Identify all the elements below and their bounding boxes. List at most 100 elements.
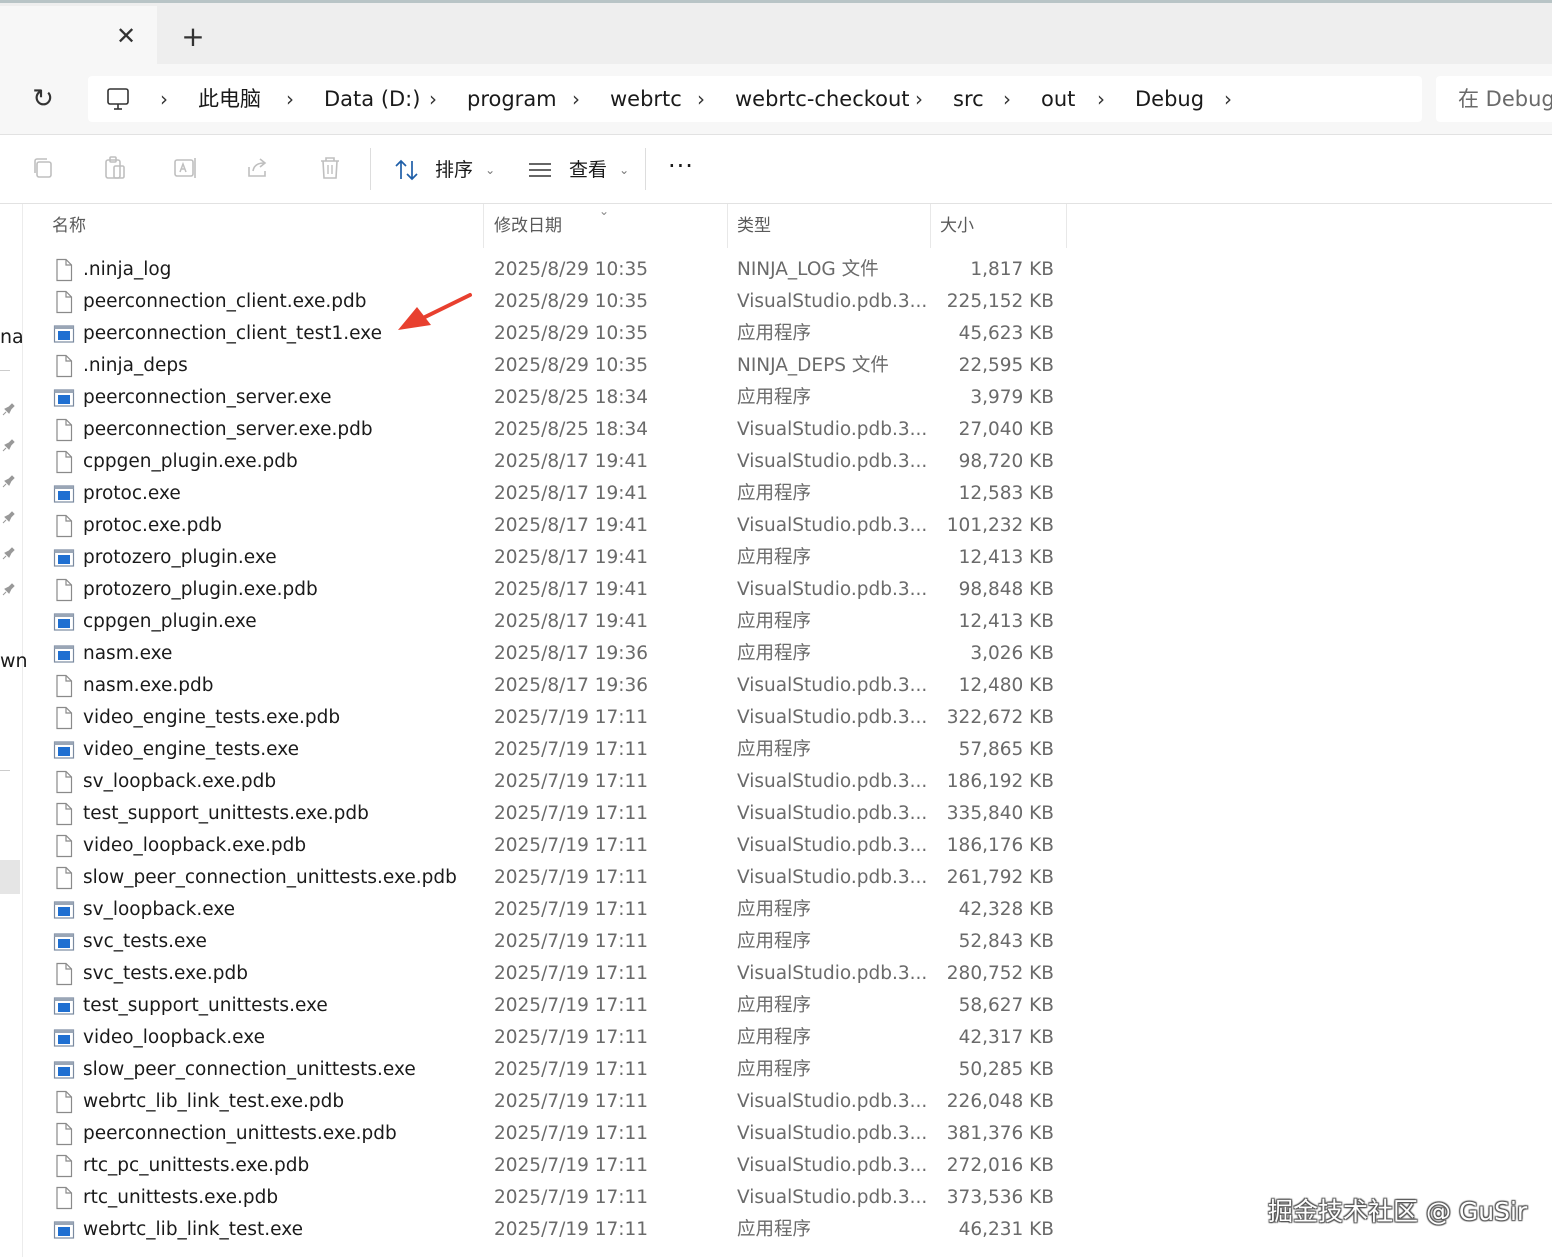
column-header-size[interactable]: 大小 — [940, 212, 974, 240]
file-name[interactable]: cppgen_plugin.exe.pdb — [83, 446, 298, 478]
column-divider[interactable] — [930, 204, 931, 248]
breadcrumb-chevron-icon[interactable]: › — [1097, 84, 1105, 114]
file-name[interactable]: cppgen_plugin.exe — [83, 606, 257, 638]
file-row[interactable]: video_engine_tests.exe 2025/7/19 17:11 应用程… — [23, 734, 1123, 766]
file-row[interactable]: test_support_unittests.exe.pdb 2025/7/19 … — [23, 798, 1123, 830]
file-row[interactable]: svc_tests.exe.pdb 2025/7/19 17:11 VisualSt… — [23, 958, 1123, 990]
file-name[interactable]: peerconnection_client.exe.pdb — [83, 286, 367, 318]
file-name[interactable]: svc_tests.exe — [83, 926, 207, 958]
file-name[interactable]: .ninja_deps — [83, 350, 188, 382]
column-header-date[interactable]: 修改日期 — [494, 212, 562, 240]
file-name[interactable]: webrtc_lib_link_test.exe.pdb — [83, 1086, 344, 1118]
file-row[interactable]: peerconnection_server.exe 2025/8/25 18:34… — [23, 382, 1123, 414]
breadcrumb-program[interactable]: program — [467, 84, 557, 114]
file-name[interactable]: sv_loopback.exe — [83, 894, 235, 926]
breadcrumb-chevron-icon[interactable]: › — [1003, 84, 1011, 114]
breadcrumb[interactable]: › 此电脑 › Data (D:) › program › webrtc › w… — [88, 76, 1422, 122]
breadcrumb-chevron-icon[interactable]: › — [429, 84, 437, 114]
file-name[interactable]: nasm.exe — [83, 638, 172, 670]
file-row[interactable]: cppgen_plugin.exe 2025/8/17 19:41 应用程序 12,4… — [23, 606, 1123, 638]
file-name[interactable]: slow_peer_connection_unittests.exe.pdb — [83, 862, 457, 894]
file-name[interactable]: test_support_unittests.exe.pdb — [83, 798, 369, 830]
file-row[interactable]: webrtc_lib_link_test.exe.pdb 2025/7/19 17… — [23, 1086, 1123, 1118]
file-row[interactable]: protoc.exe.pdb 2025/8/17 19:41 VisualStudi… — [23, 510, 1123, 542]
file-name[interactable]: video_engine_tests.exe.pdb — [83, 702, 340, 734]
file-name[interactable]: video_loopback.exe — [83, 1022, 265, 1054]
file-name[interactable]: sv_loopback.exe.pdb — [83, 766, 276, 798]
search-input[interactable]: 在 Debug — [1436, 76, 1552, 122]
breadcrumb-data-drive[interactable]: Data (D:) — [324, 84, 420, 114]
file-name[interactable]: .ninja_log — [83, 254, 171, 286]
column-header-name[interactable]: 名称 — [52, 212, 86, 240]
file-row[interactable]: .ninja_deps 2025/8/29 10:35 NINJA_DEPS 文件 2… — [23, 350, 1123, 382]
file-name[interactable]: rtc_unittests.exe.pdb — [83, 1182, 278, 1214]
file-name[interactable]: video_loopback.exe.pdb — [83, 830, 306, 862]
file-name[interactable]: protozero_plugin.exe.pdb — [83, 574, 318, 606]
file-name[interactable]: protoc.exe — [83, 478, 181, 510]
paste-icon[interactable] — [102, 155, 128, 181]
new-tab-icon[interactable]: + — [178, 22, 208, 52]
file-row[interactable]: peerconnection_unittests.exe.pdb 2025/7/1… — [23, 1118, 1123, 1150]
close-tab-icon[interactable]: ✕ — [112, 22, 140, 50]
breadcrumb-chevron-icon[interactable]: › — [286, 84, 294, 114]
breadcrumb-webrtc-checkout[interactable]: webrtc-checkout — [735, 84, 910, 114]
file-name[interactable]: video_engine_tests.exe — [83, 734, 299, 766]
breadcrumb-debug[interactable]: Debug — [1135, 84, 1204, 114]
file-row[interactable]: peerconnection_client.exe.pdb 2025/8/29 1… — [23, 286, 1123, 318]
file-row[interactable]: webrtc_lib_link_test.exe 2025/7/19 17:11 应… — [23, 1214, 1123, 1246]
file-row[interactable]: .ninja_log 2025/8/29 10:35 NINJA_LOG 文件 1,8… — [23, 254, 1123, 286]
file-row[interactable]: protoc.exe 2025/8/17 19:41 应用程序 12,583 KB — [23, 478, 1123, 510]
file-row[interactable]: video_loopback.exe.pdb 2025/7/19 17:11 Vis… — [23, 830, 1123, 862]
breadcrumb-chevron-icon[interactable]: › — [160, 84, 168, 114]
breadcrumb-src[interactable]: src — [953, 84, 984, 114]
refresh-icon[interactable]: ↻ — [28, 84, 58, 114]
file-row[interactable]: protozero_plugin.exe 2025/8/17 19:41 应用程序 1… — [23, 542, 1123, 574]
file-name[interactable]: webrtc_lib_link_test.exe — [83, 1214, 303, 1246]
breadcrumb-chevron-icon[interactable]: › — [572, 84, 580, 114]
file-name[interactable]: peerconnection_server.exe — [83, 382, 331, 414]
file-name[interactable]: peerconnection_client_test1.exe — [83, 318, 382, 350]
column-header-type[interactable]: 类型 — [737, 212, 771, 240]
file-row[interactable]: video_engine_tests.exe.pdb 2025/7/19 17:1… — [23, 702, 1123, 734]
file-name[interactable]: test_support_unittests.exe — [83, 990, 328, 1022]
file-name[interactable]: slow_peer_connection_unittests.exe — [83, 1054, 416, 1086]
nav-item-partial[interactable]: na — [0, 326, 24, 348]
file-row[interactable]: peerconnection_server.exe.pdb 2025/8/25 1… — [23, 414, 1123, 446]
column-divider[interactable] — [727, 204, 728, 248]
file-row[interactable]: rtc_pc_unittests.exe.pdb 2025/7/19 17:11 V… — [23, 1150, 1123, 1182]
file-name[interactable]: nasm.exe.pdb — [83, 670, 214, 702]
file-name[interactable]: peerconnection_server.exe.pdb — [83, 414, 373, 446]
file-row[interactable]: protozero_plugin.exe.pdb 2025/8/17 19:41 V… — [23, 574, 1123, 606]
file-row[interactable]: peerconnection_client_test1.exe 2025/8/29… — [23, 318, 1123, 350]
file-row[interactable]: sv_loopback.exe.pdb 2025/7/19 17:11 Visual… — [23, 766, 1123, 798]
delete-icon[interactable] — [317, 155, 343, 181]
file-row[interactable]: video_loopback.exe 2025/7/19 17:11 应用程序 42,… — [23, 1022, 1123, 1054]
breadcrumb-webrtc[interactable]: webrtc — [610, 84, 682, 114]
breadcrumb-out[interactable]: out — [1041, 84, 1075, 114]
breadcrumb-this-pc[interactable]: 此电脑 — [198, 84, 261, 114]
column-divider[interactable] — [483, 204, 484, 248]
sort-button[interactable]: 排序 ⌄ — [393, 153, 495, 185]
file-row[interactable]: cppgen_plugin.exe.pdb 2025/8/17 19:41 Visu… — [23, 446, 1123, 478]
breadcrumb-chevron-icon[interactable]: › — [1224, 84, 1232, 114]
file-name[interactable]: svc_tests.exe.pdb — [83, 958, 248, 990]
nav-item-selected[interactable] — [0, 860, 20, 894]
file-row[interactable]: slow_peer_connection_unittests.exe.pdb 20… — [23, 862, 1123, 894]
file-name[interactable]: protoc.exe.pdb — [83, 510, 222, 542]
file-name[interactable]: protozero_plugin.exe — [83, 542, 277, 574]
more-options-icon[interactable]: ··· — [668, 153, 700, 185]
file-row[interactable]: nasm.exe 2025/8/17 19:36 应用程序 3,026 KB — [23, 638, 1123, 670]
breadcrumb-chevron-icon[interactable]: › — [915, 84, 923, 114]
file-row[interactable]: test_support_unittests.exe 2025/7/19 17:1… — [23, 990, 1123, 1022]
file-row[interactable]: rtc_unittests.exe.pdb 2025/7/19 17:11 Visu… — [23, 1182, 1123, 1214]
file-row[interactable]: svc_tests.exe 2025/7/19 17:11 应用程序 52,843 K… — [23, 926, 1123, 958]
file-row[interactable]: nasm.exe.pdb 2025/8/17 19:36 VisualStudio.… — [23, 670, 1123, 702]
copy-icon[interactable] — [30, 155, 56, 181]
this-pc-icon[interactable] — [106, 86, 130, 112]
breadcrumb-chevron-icon[interactable]: › — [697, 84, 705, 114]
share-icon[interactable] — [245, 155, 271, 181]
rename-icon[interactable] — [173, 155, 199, 181]
file-row[interactable]: sv_loopback.exe 2025/7/19 17:11 应用程序 42,328… — [23, 894, 1123, 926]
file-name[interactable]: peerconnection_unittests.exe.pdb — [83, 1118, 397, 1150]
column-divider[interactable] — [1066, 204, 1067, 248]
